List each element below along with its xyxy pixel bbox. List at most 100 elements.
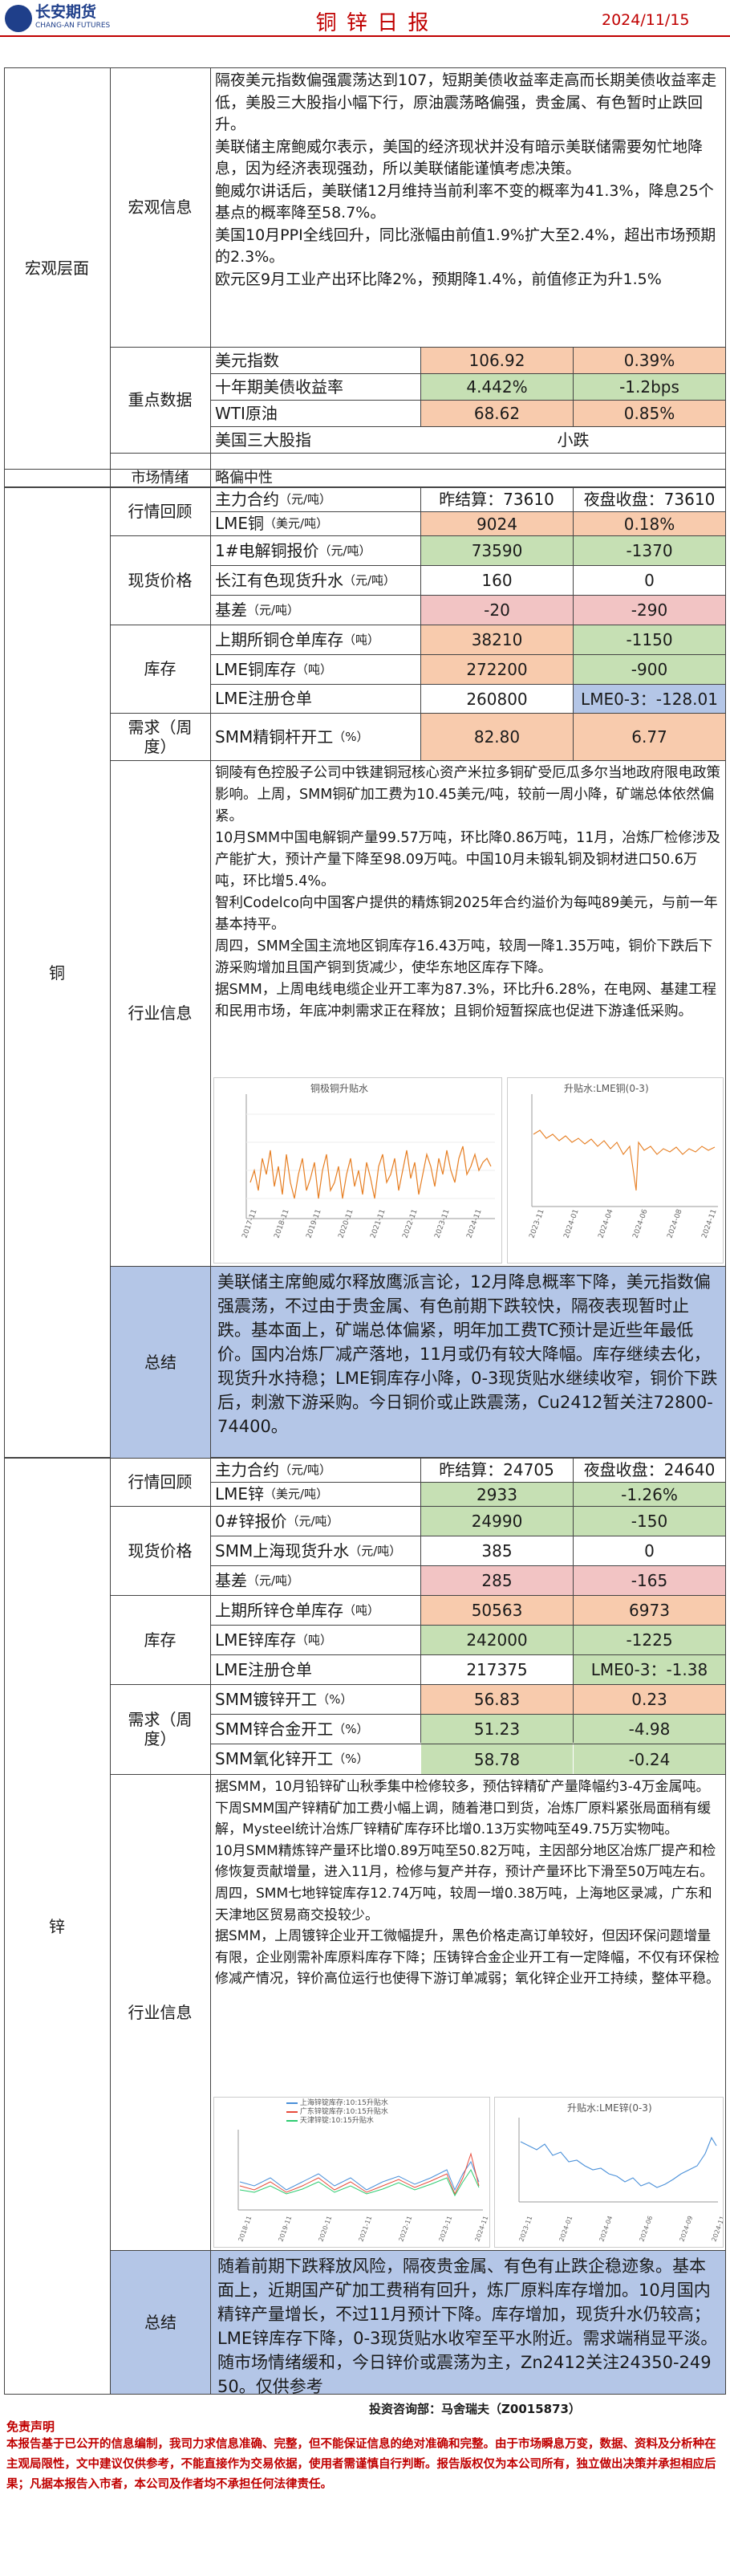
cu-demand-label: 需求（周度） (128, 717, 193, 756)
svg-text:2018-11: 2018-11 (237, 2215, 253, 2242)
logo-cn: 长安期货 (35, 3, 97, 21)
cu-lme-value: 9024 (421, 512, 573, 535)
key-row-change: 0.85% (574, 401, 725, 426)
cu-spot-row-label: 1#电解铜报价 （元/吨） (215, 540, 371, 560)
macro-news-label: 宏观信息 (128, 197, 193, 217)
zn-chart-2-xticks: 2023-11 2024-01 2024-04 2024-06 2024-09 … (517, 2215, 726, 2242)
svg-text:2024-08: 2024-08 (666, 1208, 683, 1239)
logo (5, 5, 32, 32)
cu-inv-row-label: 上期所铜仓单库存 （吨） (215, 629, 380, 649)
zn-demand-row-label: SMM镀锌开工 （%） (215, 1689, 353, 1709)
zn-spot-row-label: 基差 （元/吨） (215, 1570, 300, 1590)
zn-lme-change: -1.26% (574, 1483, 725, 1506)
cu-summary-label: 总结 (111, 1267, 210, 1458)
key-data-label: 重点数据 (128, 390, 193, 409)
svg-text:2021-11: 2021-11 (369, 1208, 387, 1239)
disclaimer-title: 免责声明 (6, 2419, 55, 2434)
zn-summary-label: 总结 (111, 2251, 210, 2394)
zn-inv-row-label: LME锌库存 （吨） (215, 1630, 333, 1650)
cu-inv-row-change: -1150 (574, 625, 725, 654)
svg-text:2019-11: 2019-11 (305, 1208, 322, 1239)
zn-industry-label: 行业信息 (128, 2002, 193, 2022)
zn-main-contract: 主力合约 （元/吨） (215, 1460, 332, 1479)
cu-spot-row-label: 长江有色现货升水 （元/吨） (215, 570, 396, 590)
zn-demand-row-change: 0.23 (574, 1685, 725, 1714)
cu-chart-2-line (533, 1129, 716, 1191)
zn-demand-row-label: SMM锌合金开工 （%） (215, 1719, 369, 1739)
zn-demand-row-value: 58.78 (421, 1744, 573, 1774)
svg-text:2023-11: 2023-11 (528, 1208, 545, 1239)
svg-text:2020-11: 2020-11 (337, 1208, 355, 1239)
zn-spot-row-change: -165 (574, 1566, 725, 1595)
zn-demand-row-value: 51.23 (421, 1715, 573, 1744)
zn-summary-text: 随着前期下跌释放风险，隔夜贵金属、有色有止跌企稳迹象。基本面上，近期国产矿加工费… (211, 2251, 725, 2394)
report-title: 铜 锌 日 报 (315, 11, 431, 35)
zn-spot-row-change: 0 (644, 1541, 655, 1561)
cu-spot-row-change: -1370 (574, 536, 725, 565)
zn-spot-row-change: -150 (574, 1507, 725, 1536)
cu-chart-1-title: 铜极铜升贴水 (310, 1083, 369, 1094)
key-row-change: -1.2bps (574, 374, 725, 400)
key-row-change: 0.39% (574, 348, 725, 373)
zn-inv-row-label: 上期所锌仓单库存 （吨） (215, 1600, 380, 1620)
cu-inv-row-label: LME铜库存 （吨） (215, 659, 333, 679)
cu-inv-label: 库存 (144, 659, 176, 678)
key-row-change: 小跌 (557, 430, 590, 450)
key-row-value: 4.442% (421, 374, 573, 400)
cu-chart-2: 升贴水:LME铜(0-3) 2023-11 2024-01 2024-04 20… (507, 1077, 724, 1264)
zn-industry-text: 据SMM，10月铅锌矿山秋季集中检修较多，预估锌精矿产量降幅约3-4万金属吨。下… (215, 1779, 720, 1988)
cu-night: 夜盘收盘：73610 (583, 490, 716, 509)
cu-chart-1-svg: 2017-11 2018-11 2019-11 2020-11 2021-11 … (241, 1094, 495, 1239)
cu-inv-row-label: LME注册仓单 (215, 689, 313, 708)
cu-lme-change: 0.18% (574, 512, 725, 535)
svg-text:2024-04: 2024-04 (597, 1208, 614, 1239)
cu-lme-label: LME铜 （美元/吨） (215, 514, 329, 533)
cu-industry-text: 铜陵有色控股子公司中铁建铜冠核心资产米拉多铜矿受厄瓜多尔当地政府限电政策影响。上… (215, 765, 720, 1019)
market-mood-label: 市场情绪 (131, 470, 189, 486)
zn-demand-row-label: SMM氧化锌开工 （%） (215, 1749, 369, 1768)
cu-chart-1: 铜极铜升贴水 2017-11 2018-11 2019-11 2020-11 2… (213, 1077, 502, 1264)
zn-chart-1-xticks: 2018-11 2019-11 2020-11 2021-11 2022-11 … (237, 2215, 489, 2242)
svg-text:2024-11: 2024-11 (465, 1208, 483, 1239)
key-row-name: 美国三大股指 (215, 430, 311, 450)
cu-spot-row-value: -20 (421, 596, 573, 625)
cu-settle: 昨结算：73610 (439, 490, 554, 509)
zn-spot-label: 现货价格 (128, 1540, 193, 1561)
cu-spot-row-value: 160 (481, 571, 513, 590)
cu-market-label: 行情回顾 (128, 502, 193, 521)
svg-text:2017-11: 2017-11 (241, 1208, 258, 1239)
zn-legend-1: 上海锌锭库存:10:15升贴水 (286, 2099, 388, 2108)
zn-chart-2-line (520, 2136, 717, 2188)
zn-spot-row-label: 0#锌报价 （元/吨） (215, 1511, 339, 1531)
cu-spot-row-change: 0 (644, 571, 655, 590)
zn-demand-row-value: 56.83 (421, 1685, 573, 1714)
zn-chart-1: 上海锌锭库存:10:15升贴水 广东锌锭库存:10:15升贴水 天津锌锭:10:… (213, 2097, 490, 2248)
cu-industry-label: 行业信息 (128, 1003, 193, 1023)
analyst: 投资咨询部：马舍瑞夫（Z0015873） (369, 2402, 581, 2416)
svg-text:2021-11: 2021-11 (357, 2215, 373, 2242)
svg-text:2022-11: 2022-11 (397, 2215, 413, 2242)
svg-text:2024-01: 2024-01 (562, 1208, 580, 1239)
zn-inv-row-label: LME注册仓单 (215, 1659, 313, 1679)
key-row-name: WTI原油 (215, 404, 278, 423)
cu-spot-row-value: 73590 (421, 536, 573, 565)
zn-inv-label: 库存 (144, 1630, 176, 1650)
key-row-value: 68.62 (421, 401, 573, 426)
cu-main-contract: 主力合约 （元/吨） (215, 490, 332, 509)
svg-text:2024-04: 2024-04 (598, 2215, 614, 2242)
svg-text:2018-11: 2018-11 (273, 1208, 290, 1239)
zn-chart-2-title: 升贴水:LME锌(0-3) (567, 2102, 652, 2114)
zn-demand-row-change: -0.24 (574, 1744, 725, 1774)
zn-inv-row-change: LME0-3：-1.38 (574, 1655, 725, 1684)
key-row-name: 十年期美债收益率 (215, 377, 343, 397)
cu-demand-row-label: SMM精铜杆开工 （%） (215, 726, 369, 747)
zn-inv-row-change: -1225 (574, 1626, 725, 1654)
svg-text:2024-11: 2024-11 (700, 1208, 718, 1239)
cu-inv-row-change: LME0-3：-128.01 (574, 685, 725, 713)
svg-text:2022-11: 2022-11 (401, 1208, 419, 1239)
cu-inv-row-value: 38210 (421, 625, 573, 654)
report-date: 2024/11/15 (602, 11, 690, 29)
zn-chart-2: 升贴水:LME锌(0-3) 2023-11 2024-01 2024-04 20… (494, 2097, 726, 2248)
svg-text:2020-11: 2020-11 (317, 2215, 333, 2242)
svg-text:2023-11: 2023-11 (517, 2215, 533, 2242)
